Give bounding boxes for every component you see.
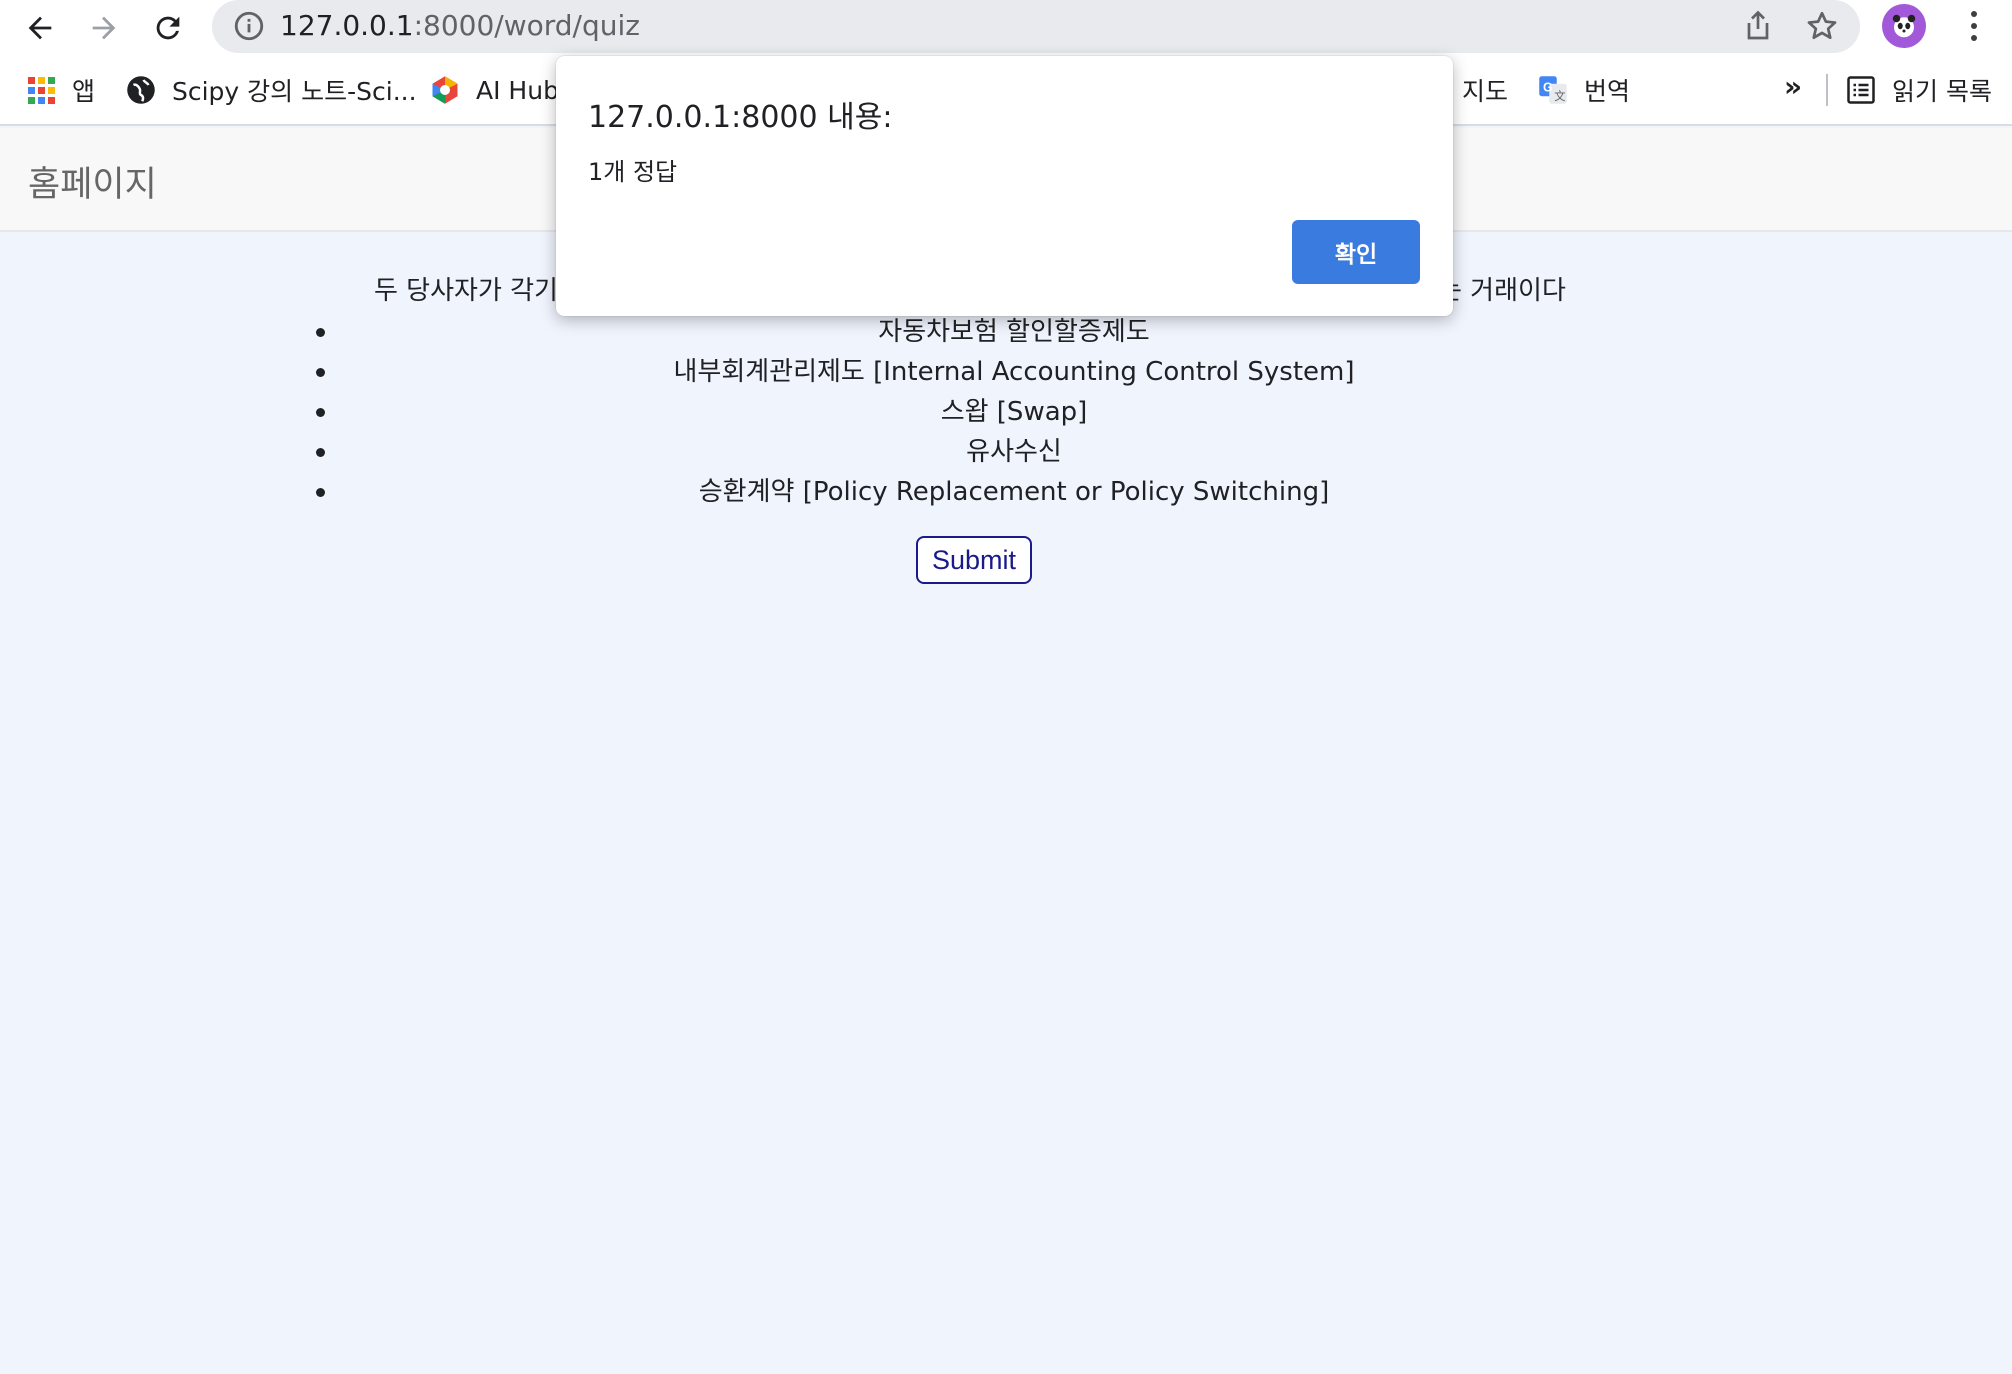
reading-list-button[interactable]: 읽기 목록 bbox=[1846, 72, 1992, 108]
reload-button[interactable] bbox=[144, 4, 192, 52]
arrow-left-icon bbox=[28, 16, 52, 40]
question-text-end: 는 거래이다 bbox=[1438, 276, 1566, 306]
arrow-right-icon bbox=[92, 16, 116, 40]
info-icon[interactable] bbox=[232, 9, 266, 43]
aihub-icon bbox=[430, 75, 460, 105]
dialog-message: 1개 정답 bbox=[588, 158, 678, 186]
apps-grid-icon bbox=[26, 75, 56, 105]
panda-avatar-icon bbox=[1892, 14, 1916, 38]
option-text: 스왑 [Swap] bbox=[940, 397, 1088, 427]
bookmark-translate[interactable]: G文 번역 bbox=[1538, 72, 1630, 108]
bookmarks-overflow-button[interactable]: » bbox=[1784, 70, 1802, 103]
bookmark-scipy[interactable]: Scipy 강의 노트-Sci... bbox=[126, 72, 417, 108]
bullet-icon bbox=[316, 328, 325, 337]
alert-dialog: 127.0.0.1:8000 내용: 1개 정답 확인 bbox=[556, 56, 1453, 316]
list-item[interactable]: 자동차보험 할인할증제도 bbox=[0, 312, 2012, 352]
translate-icon: G文 bbox=[1538, 75, 1568, 105]
reading-list-label: 읽기 목록 bbox=[1892, 77, 1992, 106]
bookmark-label: AI Hub bbox=[476, 75, 559, 105]
bookmark-apps[interactable]: 앱 bbox=[26, 72, 95, 108]
bookmarks-divider bbox=[1826, 74, 1828, 106]
profile-avatar[interactable] bbox=[1882, 4, 1926, 48]
list-item[interactable]: 스왑 [Swap] bbox=[0, 392, 2012, 432]
submit-button[interactable]: Submit bbox=[916, 536, 1032, 584]
bookmark-label: 지도 bbox=[1462, 77, 1509, 106]
option-text: 유사수신 bbox=[966, 437, 1062, 467]
bullet-icon bbox=[316, 368, 325, 377]
kebab-menu-icon[interactable] bbox=[1952, 4, 1996, 48]
bookmark-label: Scipy 강의 노트-Sci... bbox=[172, 77, 417, 106]
list-item[interactable]: 승환계약 [Policy Replacement or Policy Switc… bbox=[0, 472, 2012, 512]
globe-icon bbox=[126, 75, 156, 105]
browser-toolbar: 127.0.0.1:8000/word/quiz bbox=[0, 0, 2012, 56]
option-text: 승환계약 [Policy Replacement or Policy Switc… bbox=[698, 477, 1330, 507]
bookmark-label: 앱 bbox=[72, 77, 96, 106]
bullet-icon bbox=[316, 408, 325, 417]
question-text-start: 두 당사자가 각기 bbox=[374, 276, 558, 306]
bullet-icon bbox=[316, 448, 325, 457]
bookmark-label: 번역 bbox=[1584, 77, 1631, 106]
option-text: 내부회계관리제도 [Internal Accounting Control Sy… bbox=[673, 357, 1355, 387]
list-item[interactable]: 내부회계관리제도 [Internal Accounting Control Sy… bbox=[0, 352, 2012, 392]
address-bar[interactable]: 127.0.0.1:8000/word/quiz bbox=[212, 0, 1860, 53]
forward-button[interactable] bbox=[80, 4, 128, 52]
reading-list-icon bbox=[1846, 75, 1876, 105]
url-host: 127.0.0.1 bbox=[280, 9, 414, 42]
star-icon[interactable] bbox=[1804, 8, 1840, 44]
brand-link[interactable]: 홈페이지 bbox=[28, 156, 157, 207]
dialog-title: 127.0.0.1:8000 내용: bbox=[588, 100, 893, 135]
back-button[interactable] bbox=[16, 4, 64, 52]
url-path: :8000/word/quiz bbox=[413, 9, 640, 42]
answer-options: 자동차보험 할인할증제도 내부회계관리제도 [Internal Accounti… bbox=[0, 312, 2012, 512]
url-text[interactable]: 127.0.0.1:8000/word/quiz bbox=[280, 9, 640, 43]
dialog-ok-button[interactable]: 확인 bbox=[1292, 220, 1420, 284]
reload-icon bbox=[156, 16, 180, 40]
bullet-icon bbox=[316, 488, 325, 497]
list-item[interactable]: 유사수신 bbox=[0, 432, 2012, 472]
share-icon[interactable] bbox=[1740, 8, 1776, 44]
svg-text:文: 文 bbox=[1554, 89, 1565, 103]
bookmark-aihub[interactable]: AI Hub bbox=[430, 72, 559, 108]
bookmark-maps[interactable]: 지도 bbox=[1462, 72, 1508, 108]
option-text: 자동차보험 할인할증제도 bbox=[878, 317, 1150, 347]
svg-text:G: G bbox=[1543, 80, 1553, 94]
